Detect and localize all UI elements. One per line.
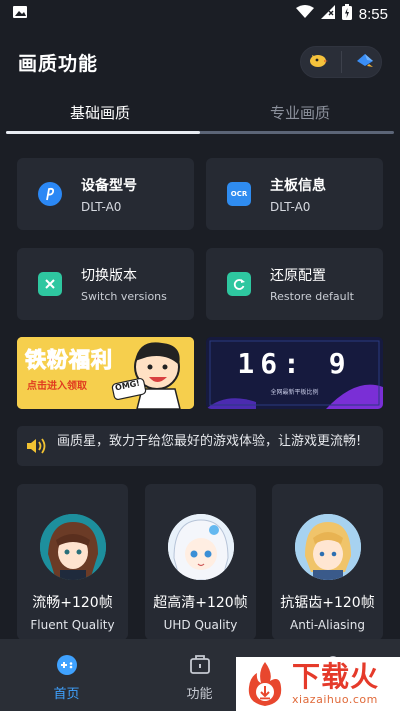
fan-welfare-banner[interactable]: 铁粉福利 点击进入领取 OMG! [17, 337, 194, 409]
board-info-card[interactable]: OCR 主板信息 DLT-A0 [206, 158, 383, 230]
switch-version-card[interactable]: 切换版本 Switch versions [17, 248, 194, 320]
mode-name-fluent: 流畅+120帧 [32, 595, 113, 611]
device-model-title: 设备型号 [81, 177, 137, 194]
mode-sub-antialiasing: Anti-Aliasing [290, 618, 365, 632]
fluent-avatar [39, 514, 106, 580]
uhd-avatar [167, 514, 234, 580]
blue-bird-icon[interactable] [355, 51, 375, 73]
restore-default-card[interactable]: 还原配置 Restore default [206, 248, 383, 320]
restore-icon [227, 272, 251, 296]
gamepad-icon [55, 655, 79, 679]
watermark-logo: 下载火 xiazaihuo.com [236, 657, 400, 711]
notice-bar: 画质星，致力于给您最好的游戏体验，让游戏更流畅! [17, 426, 383, 466]
tab-indicator [6, 131, 200, 134]
watermark-url: xiazaihuo.com [292, 693, 378, 706]
ocr-icon: OCR [227, 182, 251, 206]
battery-icon [341, 4, 352, 24]
nav-home-label: 首页 [53, 687, 80, 702]
ocr-icon-text: OCR [230, 190, 248, 198]
mode-name-uhd: 超高清+120帧 [153, 595, 248, 611]
ratio-caption: 全网最新平板比例 [270, 389, 319, 396]
header: 画质功能 [0, 40, 400, 84]
restore-default-title: 还原配置 [270, 268, 326, 284]
mode-name-antialiasing: 抗锯齿+120帧 [280, 595, 375, 611]
mode-sub-fluent: Fluent Quality [30, 618, 115, 632]
switch-version-title: 切换版本 [81, 268, 137, 284]
status-time: 8:55 [358, 5, 388, 23]
switch-icon [38, 272, 62, 296]
board-info-value: DLT-A0 [270, 199, 311, 214]
mode-card-uhd[interactable]: 超高清+120帧 UHD Quality [145, 484, 256, 640]
board-info-title: 主板信息 [270, 177, 326, 194]
watermark-text: 下载火 [292, 660, 380, 693]
notice-text: 画质星，致力于给您最好的游戏体验，让游戏更流畅! [57, 434, 362, 449]
mode-card-antialiasing[interactable]: 抗锯齿+120帧 Anti-Aliasing [272, 484, 383, 640]
switch-version-subtitle: Switch versions [81, 290, 167, 303]
ratio-text: 16: 9 [237, 347, 352, 380]
nav-home[interactable]: 首页 [0, 639, 133, 711]
flame-download-icon [248, 662, 282, 706]
restore-default-subtitle: Restore default [270, 290, 354, 303]
mode-card-fluent[interactable]: 流畅+120帧 Fluent Quality [17, 484, 128, 640]
antialiasing-avatar [294, 514, 361, 580]
speaker-icon [25, 436, 47, 460]
gallery-icon [12, 4, 28, 24]
theme-switch-divider [340, 51, 342, 73]
fan-welfare-subtitle: 点击进入领取 [27, 381, 87, 392]
page-title: 画质功能 [18, 52, 99, 75]
toolbox-icon [188, 655, 212, 679]
status-bar: 8:55 [0, 0, 400, 28]
device-model-value: DLT-A0 [81, 199, 122, 214]
signal-icon [320, 5, 335, 23]
mode-sub-uhd: UHD Quality [163, 618, 238, 632]
device-icon [38, 182, 62, 206]
device-model-card[interactable]: 设备型号 DLT-A0 [17, 158, 194, 230]
wifi-icon [295, 5, 314, 23]
bird-icon[interactable] [308, 51, 328, 73]
fan-welfare-title: 铁粉福利 [25, 348, 113, 373]
ratio-banner[interactable]: 16: 9 全网最新平板比例 [206, 337, 383, 409]
theme-switch[interactable] [300, 46, 382, 78]
